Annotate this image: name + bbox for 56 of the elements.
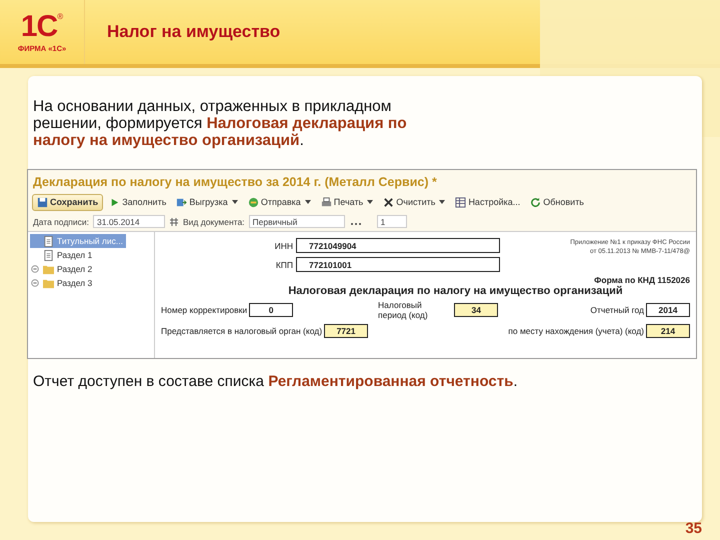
toolbar-button[interactable]: Отправка	[244, 194, 315, 210]
document-type-field[interactable]: Первичный	[248, 215, 345, 228]
field-label: КПП	[274, 260, 293, 270]
form-field[interactable]: 0	[249, 303, 294, 317]
page-number: 35	[685, 520, 702, 537]
toolbar-button[interactable]: Сохранить	[32, 194, 104, 210]
field-label: Представляется в налоговый орган (код)	[161, 326, 322, 336]
toolbar-button[interactable]: Выгрузка	[172, 194, 242, 210]
caret-icon	[367, 200, 374, 204]
tree-item[interactable]: Раздел 2	[30, 262, 96, 276]
field-label: Дата подписи:	[33, 216, 89, 226]
date-field[interactable]: 31.05.2014	[93, 215, 165, 228]
caret-icon	[232, 200, 238, 204]
table-icon	[455, 196, 466, 208]
form-code: Форма по КНД 1152026	[593, 275, 690, 285]
number-field[interactable]: 1	[376, 215, 407, 228]
refresh-icon	[530, 196, 542, 208]
form-heading: Налоговая декларация по налогу на имущество организаций	[287, 285, 624, 297]
kpp-field[interactable]: 772101001	[296, 257, 500, 272]
expander-icon[interactable]	[31, 265, 39, 273]
inn-field[interactable]: 7721049904	[296, 238, 500, 253]
tree-item[interactable]: Раздел 3	[30, 276, 96, 290]
form-field[interactable]: 34	[454, 303, 498, 317]
caret-icon	[304, 200, 311, 204]
toolbar-button[interactable]: Настройка...	[451, 194, 524, 210]
field-label: Номер корректировки	[161, 305, 248, 315]
form-field[interactable]: 7721	[324, 324, 368, 338]
field-label: ИНН	[274, 240, 293, 250]
folder-icon	[43, 278, 54, 288]
folder-icon	[43, 264, 54, 274]
document-icon	[43, 250, 54, 260]
footer-paragraph: Отчет доступен в составе списка Регламентированная отчетность.	[33, 373, 519, 390]
toolbar-button[interactable]: Заполнить	[105, 194, 170, 210]
save-icon	[37, 196, 48, 208]
toolbar-button[interactable]: Печать	[316, 194, 378, 210]
intro-paragraph: На основании данных, отраженных в прикладном решении, формируется Налоговая декларация по налогу на имущество организаций.	[33, 98, 408, 149]
window-title: Декларация по налогу на имущество за 2014 г. (Металл Сервис) *	[32, 174, 438, 191]
field-label: по месту нахождения (учета) (код)	[508, 326, 644, 336]
slide-title: Налог на имущество	[107, 22, 282, 42]
document-icon	[43, 236, 54, 246]
play-icon	[109, 196, 120, 208]
field-label: Вид документа:	[183, 216, 245, 226]
field-label: Налоговый период (код)	[378, 300, 429, 320]
toolbar-button[interactable]: Очистить	[379, 194, 450, 210]
expander-icon[interactable]	[31, 279, 39, 287]
tree-item[interactable]: Раздел 1	[30, 248, 96, 262]
field-label: Отчетный год	[590, 305, 644, 315]
form-field[interactable]: 214	[646, 324, 690, 338]
export-icon	[176, 196, 188, 208]
toolbar-button[interactable]: Обновить	[526, 194, 588, 210]
printer-icon	[320, 196, 332, 208]
form-field[interactable]: 2014	[646, 303, 690, 317]
logo-mark: 1С	[20, 12, 58, 42]
cross-icon	[383, 196, 394, 208]
registered-mark: ®	[57, 12, 64, 20]
caret-icon	[439, 200, 446, 204]
